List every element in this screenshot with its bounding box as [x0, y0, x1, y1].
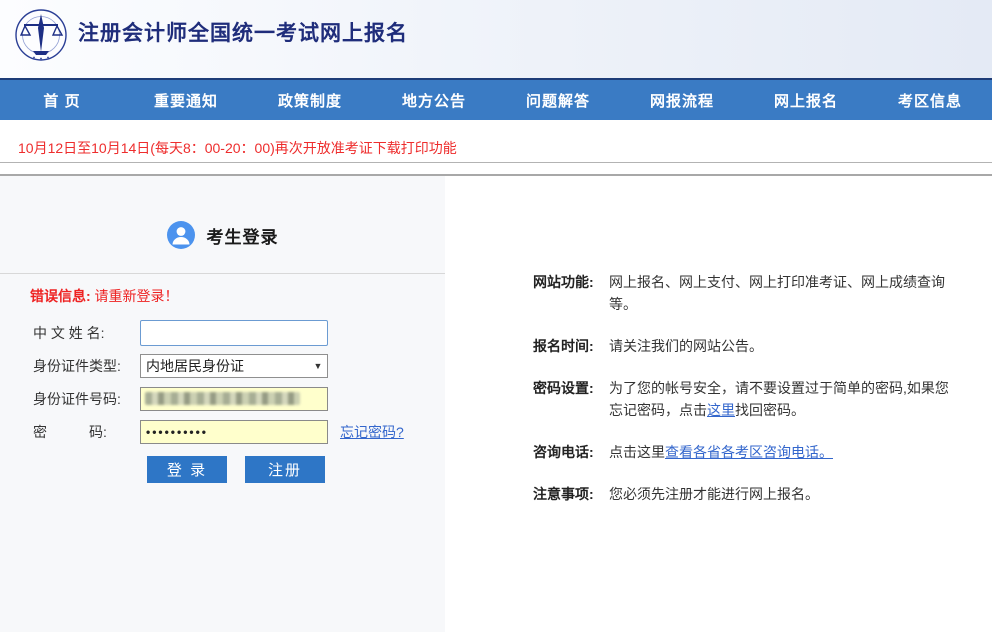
- info-text-segment: 您必须先注册才能进行网上报名。: [609, 486, 819, 502]
- info-row-inquiry-phone: 咨询电话: 点击这里查看各省各考区咨询电话。: [533, 441, 962, 463]
- nav-item-home[interactable]: 首 页: [0, 80, 124, 120]
- main-nav: 首 页 重要通知 政策制度 地方公告 问题解答 网报流程 网上报名 考区信息: [0, 78, 992, 120]
- notice-bar: 10月12日至10月14日(每天8：00-20：00)再次开放准考证下载打印功能: [0, 133, 992, 163]
- login-button[interactable]: 登 录: [147, 456, 227, 483]
- main-content: 考生登录 错误信息: 请重新登录！ 中 文 姓 名: 身份证件类型: 内地居民身…: [0, 174, 992, 632]
- site-header: 注册会计师全国统一考试网上报名: [0, 0, 992, 78]
- chinese-name-input[interactable]: [140, 320, 328, 346]
- info-label: 报名时间:: [533, 335, 609, 357]
- login-form: 中 文 姓 名: 身份证件类型: 内地居民身份证 ▼ 身份证件号码:: [0, 316, 445, 483]
- info-label: 注意事项:: [533, 483, 609, 505]
- divider: [0, 273, 445, 274]
- id-number-label: 身份证件号码:: [33, 389, 140, 409]
- info-text-segment: 点击这里: [609, 444, 665, 460]
- login-header: 考生登录: [0, 221, 445, 249]
- page: 注册会计师全国统一考试网上报名 首 页 重要通知 政策制度 地方公告 问题解答 …: [0, 0, 992, 634]
- nav-item-faq[interactable]: 问题解答: [496, 80, 620, 120]
- info-row-registration-time: 报名时间: 请关注我们的网站公告。: [533, 335, 962, 357]
- register-button[interactable]: 注册: [245, 456, 325, 483]
- page-title: 注册会计师全国统一考试网上报名: [78, 17, 408, 47]
- info-row-site-functions: 网站功能: 网上报名、网上支付、网上打印准考证、网上成绩查询等。: [533, 271, 962, 315]
- nav-item-policies[interactable]: 政策制度: [248, 80, 372, 120]
- password-recovery-link[interactable]: 这里: [707, 402, 735, 418]
- form-row-name: 中 文 姓 名:: [0, 316, 445, 349]
- error-label: 错误信息:: [30, 288, 91, 304]
- info-text: 为了您的帐号安全，请不要设置过于简单的密码,如果您忘记密码，点击这里找回密码。: [609, 377, 962, 421]
- login-panel: 考生登录 错误信息: 请重新登录！ 中 文 姓 名: 身份证件类型: 内地居民身…: [0, 176, 445, 632]
- info-text-segment: 找回密码。: [735, 402, 805, 418]
- form-row-id-number: 身份证件号码:: [0, 382, 445, 415]
- info-label: 网站功能:: [533, 271, 609, 315]
- id-number-redacted-value: [145, 392, 300, 405]
- id-type-select[interactable]: 内地居民身份证 ▼: [140, 354, 328, 378]
- info-panel: 网站功能: 网上报名、网上支付、网上打印准考证、网上成绩查询等。 报名时间: 请…: [445, 176, 992, 632]
- spacer: [0, 120, 992, 133]
- info-text: 网上报名、网上支付、网上打印准考证、网上成绩查询等。: [609, 271, 962, 315]
- nav-item-online-registration[interactable]: 网上报名: [744, 80, 868, 120]
- forgot-password-link[interactable]: 忘记密码?: [340, 422, 404, 442]
- user-avatar-icon: [167, 221, 195, 249]
- nav-item-exam-area-info[interactable]: 考区信息: [868, 80, 992, 120]
- form-row-id-type: 身份证件类型: 内地居民身份证 ▼: [0, 349, 445, 382]
- info-label: 密码设置:: [533, 377, 609, 421]
- nav-item-important-notices[interactable]: 重要通知: [124, 80, 248, 120]
- form-row-password: 密 码: 忘记密码?: [0, 415, 445, 448]
- info-row-important-notes: 注意事项: 您必须先注册才能进行网上报名。: [533, 483, 962, 505]
- password-label: 密 码:: [33, 422, 140, 442]
- error-message: 错误信息: 请重新登录！: [30, 286, 445, 304]
- info-text-segment: 请关注我们的网站公告。: [609, 338, 763, 354]
- name-label: 中 文 姓 名:: [33, 323, 140, 343]
- info-text: 点击这里查看各省各考区咨询电话。: [609, 441, 833, 463]
- error-text: 请重新登录！: [91, 288, 179, 304]
- nav-item-registration-process[interactable]: 网报流程: [620, 80, 744, 120]
- notice-text: 10月12日至10月14日(每天8：00-20：00)再次开放准考证下载打印功能: [18, 138, 457, 158]
- id-number-input[interactable]: [140, 387, 328, 411]
- info-text-segment: 网上报名、网上支付、网上打印准考证、网上成绩查询等。: [609, 274, 945, 312]
- id-type-selected-value: 内地居民身份证: [141, 356, 309, 376]
- password-input[interactable]: [140, 420, 328, 444]
- id-type-label: 身份证件类型:: [33, 356, 140, 376]
- spacer: [0, 163, 992, 174]
- info-text: 请关注我们的网站公告。: [609, 335, 763, 357]
- info-label: 咨询电话:: [533, 441, 609, 463]
- info-text: 您必须先注册才能进行网上报名。: [609, 483, 819, 505]
- button-row: 登 录 注册: [0, 456, 445, 483]
- nav-item-local-announcements[interactable]: 地方公告: [372, 80, 496, 120]
- exam-area-phone-link[interactable]: 查看各省各考区咨询电话。: [665, 444, 833, 460]
- chevron-down-icon: ▼: [309, 361, 327, 371]
- info-row-password-setup: 密码设置: 为了您的帐号安全，请不要设置过于简单的密码,如果您忘记密码，点击这里…: [533, 377, 962, 421]
- login-title: 考生登录: [207, 223, 279, 248]
- cpa-seal-logo-icon: [14, 9, 68, 63]
